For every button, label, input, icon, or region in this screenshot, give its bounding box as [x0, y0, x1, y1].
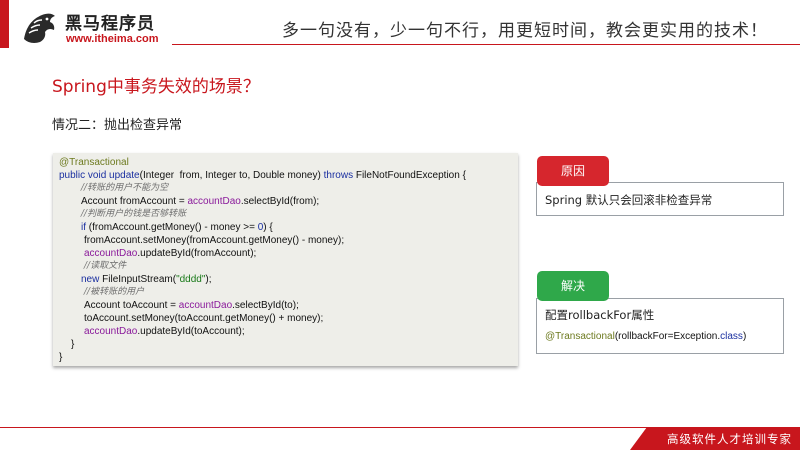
code-line: Account fromAccount = accountDao.selectB…: [81, 195, 319, 208]
code-line: accountDao.updateById(fromAccount);: [84, 247, 256, 260]
cause-text: Spring 默认只会回滚非检查异常: [545, 193, 713, 207]
code-token: (rollbackFor=Exception.: [614, 331, 721, 342]
code-comment: //转账的用户不能为空: [81, 183, 169, 193]
code-comment: //读取文件: [84, 261, 127, 271]
code-line: if (fromAccount.getMoney() - money >= 0)…: [81, 221, 273, 234]
code-token: throws: [323, 170, 354, 181]
code-token: Account fromAccount =: [81, 196, 188, 207]
code-token: update: [109, 170, 140, 181]
code-token: );: [205, 274, 212, 285]
code-line: toAccount.setMoney(toAccount.getMoney() …: [84, 313, 324, 324]
header-slogan: 多一句没有，少一句不行，用更短时间，教会更实用的技术！: [282, 21, 768, 41]
code-line: fromAccount.setMoney(fromAccount.getMone…: [84, 235, 345, 246]
footer: 高级软件人才培训专家: [0, 427, 800, 450]
code-token: .updateById(toAccount);: [137, 326, 245, 337]
header-divider: [172, 44, 800, 45]
cause-panel: Spring 默认只会回滚非检查异常: [536, 182, 784, 216]
header: 黑马程序员 www.itheima.com 多一句没有，少一句不行，用更短时间，…: [0, 0, 800, 56]
code-token: (fromAccount.getMoney() - money >=: [86, 222, 258, 233]
code-token: Account toAccount =: [84, 300, 179, 311]
code-token: new: [81, 274, 100, 285]
horse-logo-icon: [24, 13, 55, 43]
code-token: accountDao: [178, 300, 233, 311]
code-line: }: [71, 339, 75, 350]
code-comment: //判断用户的钱是否够转账: [81, 209, 187, 219]
code-token: .selectById(to);: [232, 300, 299, 311]
solution-tag: 解决: [537, 271, 609, 301]
solution-code: @Transactional(rollbackFor=Exception.cla…: [545, 331, 746, 342]
code-token: FileInputStream(: [99, 274, 177, 285]
brand-name: 黑马程序员: [65, 14, 155, 34]
slide-title: Spring中事务失效的场景？: [52, 77, 260, 97]
code-token: ) {: [263, 222, 273, 233]
code-token: accountDao: [84, 248, 138, 259]
code-token: accountDao: [84, 326, 138, 337]
code-line: Account toAccount = accountDao.selectByI…: [84, 299, 299, 312]
code-line: public void update(Integer from, Integer…: [59, 169, 466, 182]
code-token: public void: [59, 170, 110, 181]
code-line: }: [59, 352, 63, 363]
code-comment: //被转账的用户: [84, 287, 145, 297]
code-token: accountDao: [187, 196, 241, 207]
header-accent-bar: [0, 0, 9, 48]
code-token: FileNotFoundException {: [353, 170, 466, 181]
code-token: @Transactional: [545, 331, 615, 342]
slide-subtitle: 情况二：抛出检查异常: [52, 118, 183, 133]
code-token: "dddd": [176, 274, 206, 285]
brand-url: www.itheima.com: [66, 33, 159, 45]
solution-panel: 配置rollbackFor属性 @Transactional(rollbackF…: [536, 298, 784, 354]
code-line: accountDao.updateById(toAccount);: [84, 325, 245, 338]
code-token: .selectById(from);: [240, 196, 320, 207]
solution-text: 配置rollbackFor属性: [545, 308, 655, 322]
code-block: @Transactional public void update(Intege…: [53, 153, 518, 366]
code-token: class: [720, 331, 743, 342]
code-line: @Transactional: [59, 157, 129, 168]
code-token: .updateById(fromAccount);: [137, 248, 257, 259]
cause-tag: 原因: [537, 156, 609, 186]
code-token: ): [742, 331, 747, 342]
code-line: new FileInputStream("dddd");: [81, 273, 212, 286]
code-token: (Integer from, Integer to, Double money): [139, 170, 324, 181]
footer-slogan: 高级软件人才培训专家: [667, 432, 792, 446]
